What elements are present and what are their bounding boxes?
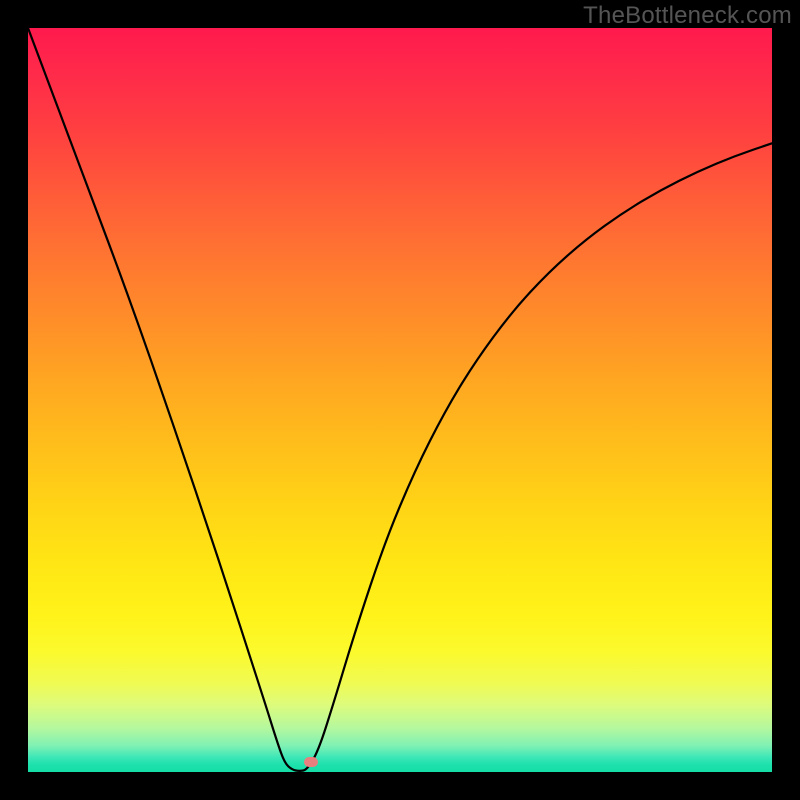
- chart-container: TheBottleneck.com: [0, 0, 800, 800]
- plot-area: [28, 28, 772, 772]
- bottleneck-curve: [28, 28, 772, 772]
- watermark-text: TheBottleneck.com: [583, 2, 792, 30]
- optimum-marker: [304, 757, 318, 767]
